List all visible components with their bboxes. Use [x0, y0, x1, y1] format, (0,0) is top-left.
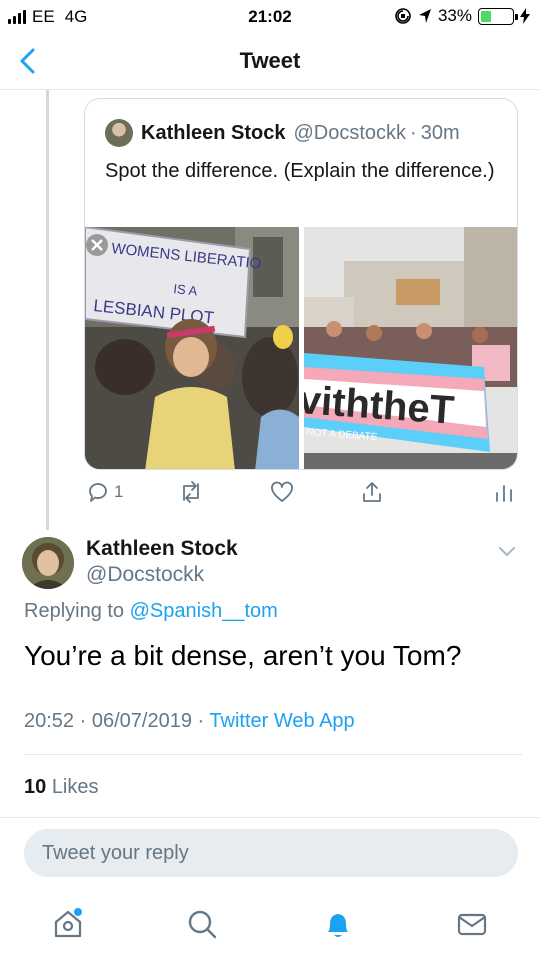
thread-line — [46, 90, 49, 530]
reply-icon — [89, 483, 107, 502]
share-button[interactable] — [360, 480, 384, 504]
quoted-tweet-card[interactable]: Kathleen Stock @Docstockk · 30m Spot the… — [84, 98, 518, 470]
photo-womens-liberation-march[interactable]: WOMENS LIBERATIO IS A LESBIAN PLOT — [85, 227, 299, 469]
status-bar: EE 4G 21:02 33% — [0, 0, 540, 34]
tweet-date: 06/07/2019 — [91, 710, 192, 732]
tab-search[interactable] — [182, 904, 222, 944]
battery-icon — [478, 7, 518, 25]
like-icon — [271, 481, 293, 502]
reply-button[interactable]: 1 — [86, 480, 123, 504]
replying-to-link[interactable]: @Spanish__tom — [130, 600, 278, 622]
quoted-author-name: Kathleen Stock — [141, 121, 286, 144]
replying-prefix: Replying to — [24, 600, 125, 622]
quoted-author-handle: @Docstockk — [293, 121, 407, 144]
meta-dot: · — [197, 710, 205, 732]
divider — [0, 817, 540, 818]
status-right: 33% — [394, 6, 530, 26]
author-name[interactable]: Kathleen Stock — [86, 537, 238, 561]
tweet-source-link[interactable]: Twitter Web App — [209, 710, 354, 732]
author-handle[interactable]: @Docstockk — [86, 563, 204, 587]
reply-input[interactable]: Tweet your reply — [24, 829, 518, 877]
tweet-time: 20:52 — [24, 710, 75, 732]
share-icon — [363, 482, 381, 502]
quoted-tweet-age: 30m — [420, 121, 460, 144]
banner-line-2: IS A — [173, 281, 199, 298]
photo-pride-march[interactable]: viththeT NOT A DEBATE — [304, 227, 517, 469]
analytics-icon — [496, 485, 512, 502]
chevron-down-icon[interactable] — [496, 540, 518, 562]
avatar — [105, 119, 133, 147]
separator-dot: · — [410, 121, 417, 144]
analytics-button[interactable] — [494, 480, 514, 504]
tweet-text: You’re a bit dense, aren’t you Tom? — [24, 640, 462, 671]
likes-count: 10 — [24, 776, 47, 798]
page-title: Tweet — [239, 48, 301, 73]
battery-percent: 33% — [437, 6, 472, 25]
location-icon — [418, 9, 431, 23]
messages-icon — [457, 913, 487, 936]
likes-link[interactable]: 10 Likes — [24, 776, 99, 799]
home-icon — [54, 908, 82, 938]
nav-bar: Tweet — [0, 34, 540, 90]
tweet-actions: 1 — [84, 480, 524, 510]
tab-bar — [0, 890, 540, 960]
reply-count: 1 — [114, 482, 124, 501]
likes-label: Likes — [51, 776, 99, 798]
search-icon — [188, 910, 217, 939]
quoted-tweet-header: Kathleen Stock @Docstockk · 30m — [105, 119, 460, 147]
screen-lock-icon — [395, 8, 411, 24]
divider — [24, 754, 522, 755]
replying-to-line: Replying to @Spanish__tom — [24, 600, 278, 623]
meta-dot: · — [79, 710, 87, 732]
tab-messages[interactable] — [452, 904, 492, 944]
quoted-tweet-text: Spot the difference. (Explain the differ… — [105, 160, 495, 182]
like-button[interactable] — [270, 480, 294, 504]
avatar[interactable] — [22, 537, 74, 589]
tab-home[interactable] — [48, 904, 88, 944]
notifications-icon — [328, 914, 348, 937]
retweet-icon — [183, 481, 199, 503]
tweet-meta: 20:52 · 06/07/2019 · Twitter Web App — [24, 710, 355, 733]
charging-icon — [520, 8, 530, 24]
quoted-tweet-images: WOMENS LIBERATIO IS A LESBIAN PLOT vitht… — [85, 227, 517, 469]
retweet-button[interactable] — [178, 480, 204, 504]
tab-notifications[interactable] — [318, 904, 358, 944]
